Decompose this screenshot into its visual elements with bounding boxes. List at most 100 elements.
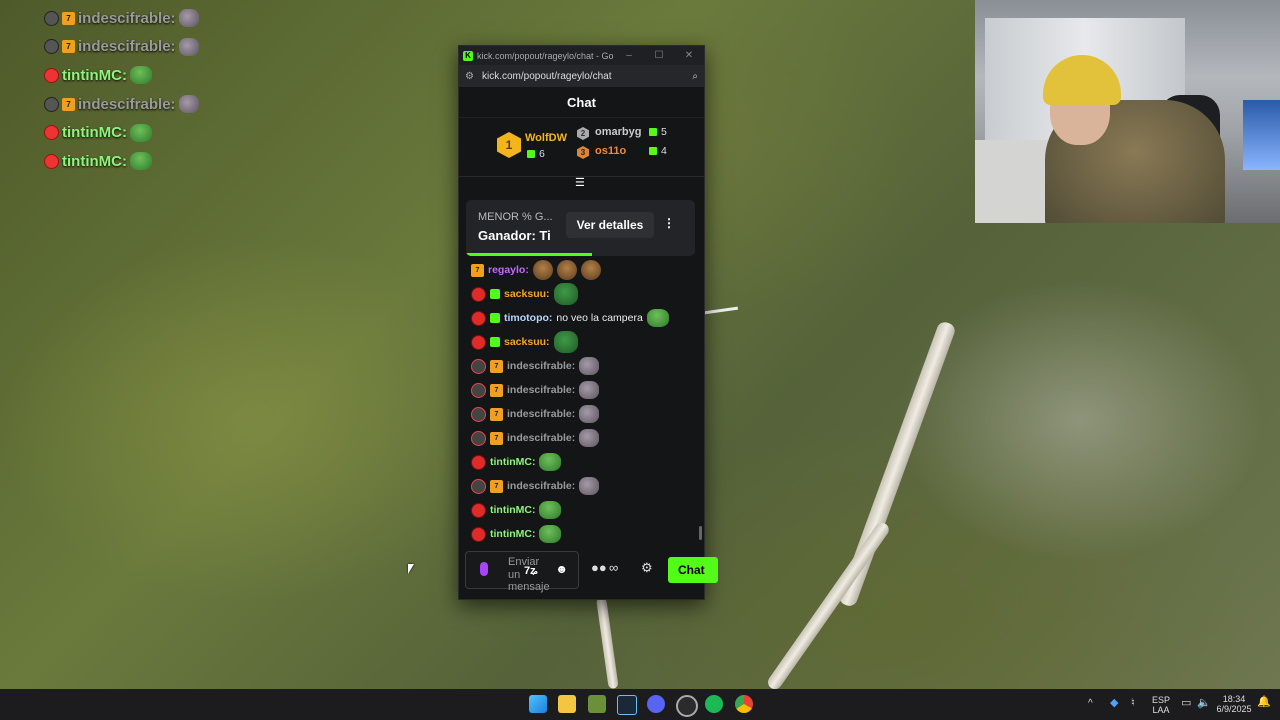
collapse-menu-icon[interactable]: ☰ [575,176,585,189]
chat-message: 7 indescifrable: [471,402,697,426]
chat-username[interactable]: indescifrable: [507,480,575,492]
og-badge-icon [44,67,59,83]
overlay-message: 7 indescifrable: [44,33,199,62]
minecraft-icon[interactable] [588,695,606,713]
show-hidden-icons-chevron-icon[interactable]: ^ [1088,699,1093,709]
prediction-progress-bar [466,253,592,256]
gorilla-emote-icon [178,95,199,114]
chat-username[interactable]: sacksuu: [504,336,550,348]
kick-logo-icon: K [463,50,473,61]
infinity-icon[interactable]: ∞ [609,560,618,575]
more-options-icon[interactable]: ⋮ [663,216,675,230]
mouse-cursor-icon [408,564,414,574]
prediction-card[interactable]: MENOR % G... Ganador: Ti Ver detalles ⋮ [466,200,695,256]
blob-emote-icon [553,283,578,305]
monk-emote-icon [556,260,577,280]
volume-icon[interactable]: 🔈 [1197,698,1211,709]
overlay-username: tintinMC: [62,66,127,84]
notification-icon[interactable]: 🔔 [1257,697,1271,708]
subscriber-badge-icon: 7 [62,40,75,54]
moderator-badge-icon [44,96,59,112]
chat-message: timotopo: no veo la campera [471,306,697,330]
gorilla-emote-icon [178,37,199,56]
rank-1-medal-icon: 1 [497,132,521,158]
chat-popout-window[interactable]: K kick.com/popout/rageylo/chat - Goo... … [458,45,718,600]
site-settings-icon[interactable]: ⚙ [465,71,474,82]
webcam-monitor [1243,100,1280,170]
overlay-username: indescifrable: [78,38,176,56]
window-titlebar[interactable]: K kick.com/popout/rageylo/chat - Goo... … [459,46,704,65]
gorilla-emote-icon [178,9,199,28]
og-badge-icon [471,526,486,542]
steam-icon[interactable] [617,695,637,715]
chat-username[interactable]: indescifrable: [507,408,575,420]
og-badge-icon [44,153,59,169]
gorilla-emote-icon [579,477,600,495]
language-code: ESP [1151,695,1170,705]
chat-message-text: no veo la campera [556,312,643,324]
subscriber-badge-icon: 7 [471,263,484,277]
gorilla-emote-icon [579,405,600,423]
chat-message: tintinMC: [471,522,697,546]
input-language[interactable]: ESP LAA [1150,695,1172,715]
subscriber-badge-icon: 7 [490,359,503,373]
maximize-button[interactable]: ☐ [644,50,674,61]
url-text[interactable]: kick.com/popout/rageylo/chat [482,71,692,82]
rank-2-medal-icon: 2 [577,127,589,140]
gift-icon [649,128,657,136]
chrome-icon[interactable] [735,695,753,713]
settings-gear-icon[interactable]: ⚙ [641,560,653,576]
message-input[interactable]: Enviar un mensaje 7ʑ ☻ [465,551,579,593]
emoji-icon[interactable]: ☻ [555,562,568,576]
security-shield-icon[interactable]: ◆ [1110,698,1118,709]
monk-emote-icon [580,260,601,280]
microphone-icon[interactable] [480,562,488,576]
chat-username[interactable]: indescifrable: [507,360,575,372]
og-badge-icon [471,310,486,326]
overlay-message: tintinMC: [44,61,199,90]
address-bar[interactable]: ⚙ kick.com/popout/rageylo/chat ⌕ [459,65,704,87]
pepe-emote-icon [539,501,562,519]
monk-emote-icon [532,260,553,280]
subscriber-badge-icon: 7 [490,383,503,397]
leaderboard-third-name[interactable]: os11o [595,145,626,157]
sub-emote-icon[interactable]: 7ʑ [524,565,538,577]
chat-username[interactable]: indescifrable: [507,432,575,444]
discord-icon[interactable] [647,695,665,713]
pepe-emote-icon [539,453,562,471]
leaderboard-second-name[interactable]: omarbyg [595,126,641,138]
windows-start-icon[interactable] [529,695,547,713]
spotify-icon[interactable] [705,695,723,713]
overlay-message: tintinMC: [44,147,199,176]
subscriber-badge-icon: 7 [490,407,503,421]
minimize-button[interactable]: – [614,50,644,61]
view-details-button[interactable]: Ver detalles [566,212,654,238]
moderator-badge-icon [471,478,486,494]
chat-username[interactable]: tintinMC: [490,504,535,516]
zoom-icon[interactable]: ⌕ [692,71,698,82]
chat-message: tintinMC: [471,498,697,522]
file-explorer-icon[interactable] [558,695,576,713]
close-button[interactable]: ✕ [674,50,704,61]
chat-username[interactable]: indescifrable: [507,384,575,396]
leaderboard-first-name[interactable]: WolfDW [525,132,567,144]
pepe-emote-icon [539,525,562,543]
chat-username[interactable]: sacksuu: [504,288,550,300]
send-chat-button[interactable]: Chat [668,557,718,583]
microphone-tray-icon[interactable]: ♮ [1131,698,1135,709]
clock[interactable]: 18:34 6/9/2025 [1214,694,1254,714]
chat-scrollbar[interactable] [699,526,702,540]
network-icon[interactable]: ▭ [1181,698,1191,709]
chat-users-icon[interactable]: ●● [591,560,607,575]
chat-username[interactable]: regaylo: [488,264,529,276]
gift-badge-icon [490,313,500,323]
chat-message: tintinMC: [471,450,697,474]
subscriber-badge-icon: 7 [490,479,503,493]
obs-icon[interactable] [676,695,698,717]
og-badge-icon [44,125,59,141]
overlay-username: indescifrable: [78,9,176,27]
chat-username[interactable]: timotopo: [504,312,552,324]
pepe-emote-icon [129,123,152,142]
chat-username[interactable]: tintinMC: [490,456,535,468]
chat-username[interactable]: tintinMC: [490,528,535,540]
